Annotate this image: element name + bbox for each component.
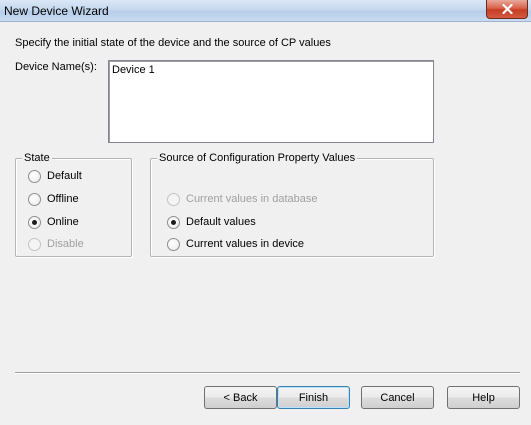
state-offline-option[interactable]: Offline — [28, 192, 79, 206]
radio-disabled-icon — [28, 237, 41, 251]
radio-checked-icon[interactable] — [167, 215, 180, 229]
source-default-option[interactable]: Default values — [167, 215, 256, 229]
state-group: State Default Offline Online Disable — [15, 152, 132, 257]
cp-source-group-title: Source of Configuration Property Values — [157, 152, 358, 165]
instruction-text: Specify the initial state of the device … — [15, 37, 331, 49]
cancel-button[interactable]: Cancel — [361, 386, 434, 409]
source-default-label: Default values — [186, 216, 256, 228]
source-database-label: Current values in database — [186, 193, 318, 205]
wizard-window: New Device Wizard Specify the initial st… — [0, 0, 531, 425]
state-default-option[interactable]: Default — [28, 169, 82, 183]
state-online-label: Online — [47, 216, 79, 228]
device-names-value: Device 1 — [112, 64, 155, 76]
close-icon — [501, 4, 513, 14]
window-title: New Device Wizard — [4, 4, 109, 18]
device-names-field[interactable]: Device 1 — [108, 60, 434, 143]
state-default-label: Default — [47, 170, 82, 182]
state-online-option[interactable]: Online — [28, 215, 79, 229]
state-offline-label: Offline — [47, 193, 79, 205]
radio-icon[interactable] — [167, 237, 180, 251]
radio-checked-icon[interactable] — [28, 215, 41, 229]
source-database-option: Current values in database — [167, 192, 317, 206]
device-names-label: Device Name(s): — [15, 61, 97, 73]
finish-button[interactable]: Finish — [277, 386, 350, 409]
radio-icon[interactable] — [28, 192, 41, 206]
help-button[interactable]: Help — [447, 386, 520, 409]
title-bar[interactable]: New Device Wizard — [0, 0, 531, 22]
source-device-option[interactable]: Current values in device — [167, 237, 304, 251]
source-device-label: Current values in device — [186, 238, 305, 250]
state-group-title: State — [22, 152, 52, 165]
back-button[interactable]: < Back — [204, 386, 277, 409]
state-disable-label: Disable — [47, 238, 84, 250]
state-disable-option: Disable — [28, 237, 84, 251]
radio-icon[interactable] — [28, 169, 41, 183]
close-button[interactable] — [486, 0, 528, 19]
cp-source-group: Source of Configuration Property Values … — [150, 152, 434, 257]
footer-separator — [15, 372, 520, 374]
radio-disabled-icon — [167, 192, 180, 206]
